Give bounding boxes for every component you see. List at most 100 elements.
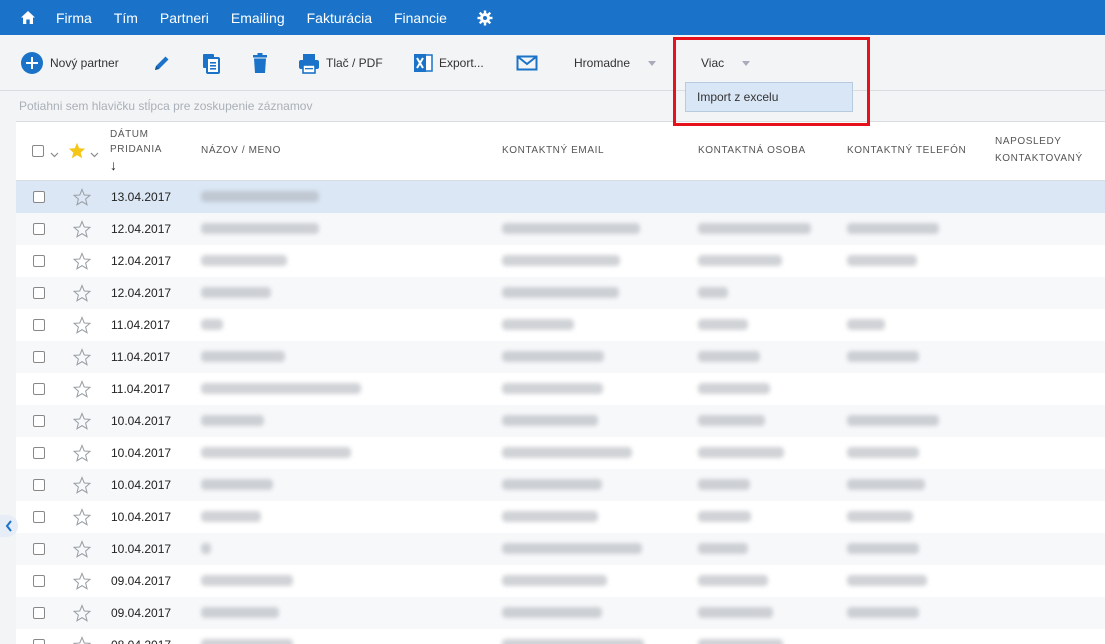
star-outline-icon[interactable] xyxy=(72,220,92,238)
row-date: 11.04.2017 xyxy=(111,350,171,364)
row-checkbox[interactable] xyxy=(33,223,45,235)
redacted-person xyxy=(698,639,783,644)
star-outline-icon[interactable] xyxy=(72,284,92,302)
last-contacted-line1: Naposledy xyxy=(995,136,1062,147)
column-header-date[interactable]: Dátum pridania ↓ xyxy=(110,128,162,172)
row-checkbox[interactable] xyxy=(33,575,45,587)
table-row[interactable]: 12.04.2017 xyxy=(16,213,1105,245)
row-checkbox[interactable] xyxy=(33,319,45,331)
star-outline-icon[interactable] xyxy=(72,316,92,334)
row-checkbox[interactable] xyxy=(33,543,45,555)
row-checkbox[interactable] xyxy=(33,447,45,459)
redacted-phone xyxy=(847,607,919,618)
select-all-menu[interactable] xyxy=(50,147,59,161)
table-row[interactable]: 12.04.2017 xyxy=(16,277,1105,309)
redacted-name xyxy=(201,575,293,586)
column-header-person[interactable]: Kontaktná osoba xyxy=(698,144,806,158)
table-row[interactable]: 08.04.2017 xyxy=(16,629,1105,644)
table-row[interactable]: 10.04.2017 xyxy=(16,533,1105,565)
redacted-name xyxy=(201,479,273,490)
column-header-phone[interactable]: Kontaktný telefón xyxy=(847,144,966,158)
row-checkbox[interactable] xyxy=(33,479,45,491)
redacted-person xyxy=(698,447,784,458)
group-by-bar[interactable]: Potiahni sem hlavičku stĺpca pre zoskupe… xyxy=(0,91,1105,121)
redacted-email xyxy=(502,479,602,490)
star-outline-icon[interactable] xyxy=(72,348,92,366)
redacted-name xyxy=(201,223,319,234)
column-header-last-contacted[interactable]: Naposledy kontaktovaný xyxy=(995,135,1083,166)
table-row[interactable]: 10.04.2017 xyxy=(16,405,1105,437)
row-checkbox[interactable] xyxy=(33,287,45,299)
nav-item-fakturacia[interactable]: Fakturácia xyxy=(307,10,372,26)
nav-item-firma[interactable]: Firma xyxy=(56,10,92,26)
star-outline-icon[interactable] xyxy=(72,604,92,622)
new-partner-button[interactable]: Nový partner xyxy=(20,49,119,77)
row-checkbox[interactable] xyxy=(33,511,45,523)
bulk-actions-dropdown[interactable]: Hromadne xyxy=(574,49,657,77)
select-all-checkbox[interactable] xyxy=(32,145,44,157)
row-checkbox[interactable] xyxy=(33,351,45,363)
star-outline-icon[interactable] xyxy=(72,508,92,526)
table-row[interactable]: 11.04.2017 xyxy=(16,341,1105,373)
star-outline-icon[interactable] xyxy=(72,252,92,270)
row-date: 08.04.2017 xyxy=(111,638,171,644)
favorites-menu[interactable] xyxy=(90,147,99,161)
redacted-email xyxy=(502,319,574,330)
nav-item-tim[interactable]: Tím xyxy=(114,10,138,26)
star-outline-icon[interactable] xyxy=(72,540,92,558)
table-row[interactable]: 13.04.2017 xyxy=(16,181,1105,213)
table-row[interactable]: 09.04.2017 xyxy=(16,565,1105,597)
home-button[interactable] xyxy=(0,0,56,35)
nav-item-partneri[interactable]: Partneri xyxy=(160,10,209,26)
redacted-person xyxy=(698,255,782,266)
column-header-email[interactable]: Kontaktný email xyxy=(502,144,604,158)
new-partner-label: Nový partner xyxy=(50,56,119,70)
row-checkbox[interactable] xyxy=(33,639,45,644)
row-checkbox[interactable] xyxy=(33,191,45,203)
redacted-email xyxy=(502,543,642,554)
nav-item-financie[interactable]: Financie xyxy=(394,10,447,26)
table-row[interactable]: 09.04.2017 xyxy=(16,597,1105,629)
bulk-label: Hromadne xyxy=(574,56,631,70)
row-date: 09.04.2017 xyxy=(111,606,172,620)
star-outline-icon[interactable] xyxy=(72,380,92,398)
redacted-person xyxy=(698,287,728,298)
table-row[interactable]: 12.04.2017 xyxy=(16,245,1105,277)
row-checkbox[interactable] xyxy=(33,415,45,427)
table-row[interactable]: 10.04.2017 xyxy=(16,501,1105,533)
star-outline-icon[interactable] xyxy=(72,476,92,494)
redacted-name xyxy=(201,287,271,298)
redacted-email xyxy=(502,511,598,522)
table-row[interactable]: 11.04.2017 xyxy=(16,373,1105,405)
edit-button[interactable] xyxy=(152,49,172,77)
row-checkbox[interactable] xyxy=(33,255,45,267)
delete-button[interactable] xyxy=(250,49,270,77)
column-header-name[interactable]: Názov / Meno xyxy=(201,144,281,158)
redacted-phone xyxy=(847,511,913,522)
redacted-person xyxy=(698,479,750,490)
table-row[interactable]: 10.04.2017 xyxy=(16,437,1105,469)
row-date: 10.04.2017 xyxy=(111,414,172,428)
star-outline-icon[interactable] xyxy=(72,636,92,644)
redacted-person xyxy=(698,543,748,554)
favorites-filter[interactable] xyxy=(68,142,86,162)
row-date: 13.04.2017 xyxy=(111,190,172,204)
nav-item-emailing[interactable]: Emailing xyxy=(231,10,285,26)
table-row[interactable]: 11.04.2017 xyxy=(16,309,1105,341)
table-row[interactable]: 10.04.2017 xyxy=(16,469,1105,501)
row-date: 10.04.2017 xyxy=(111,542,172,556)
copy-button[interactable] xyxy=(200,49,222,77)
highlight-box xyxy=(673,37,870,126)
redacted-phone xyxy=(847,319,885,330)
star-outline-icon[interactable] xyxy=(72,444,92,462)
printer-icon xyxy=(299,54,319,74)
star-outline-icon[interactable] xyxy=(72,572,92,590)
row-checkbox[interactable] xyxy=(33,383,45,395)
settings-button[interactable] xyxy=(475,8,495,28)
email-button[interactable] xyxy=(516,49,538,77)
star-outline-icon[interactable] xyxy=(72,412,92,430)
export-button[interactable]: Export... xyxy=(413,49,484,77)
star-outline-icon[interactable] xyxy=(72,188,92,206)
print-pdf-button[interactable]: Tlač / PDF xyxy=(298,49,383,77)
row-checkbox[interactable] xyxy=(33,607,45,619)
